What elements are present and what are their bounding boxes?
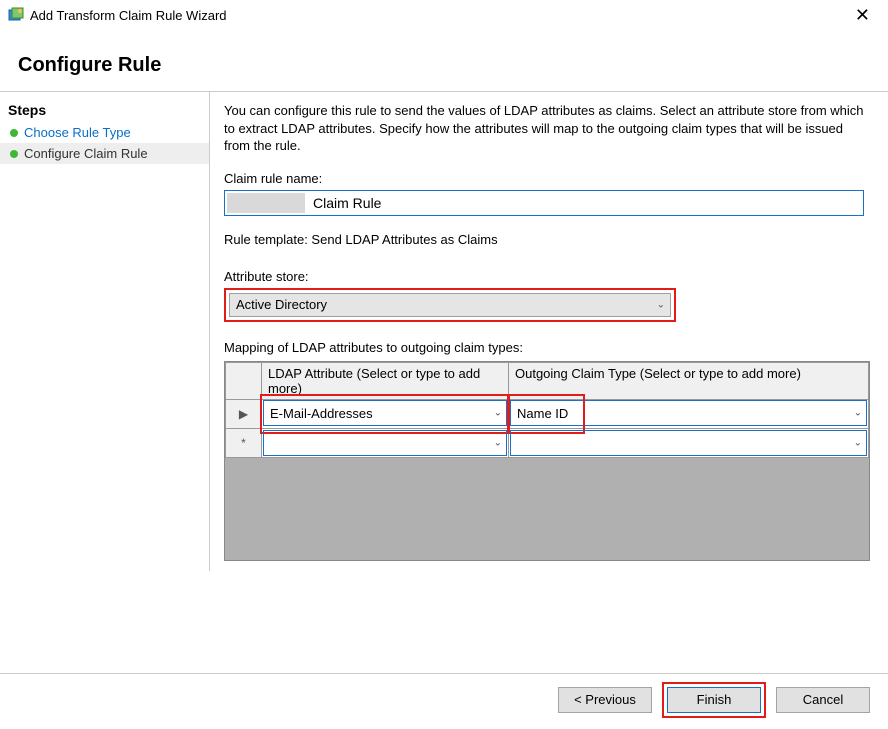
claim-rule-name-label: Claim rule name: <box>224 171 870 186</box>
chevron-down-icon: ⌄ <box>494 437 502 448</box>
claim-rule-name-input[interactable] <box>224 190 864 216</box>
claim-rule-name-input-wrap <box>224 190 864 216</box>
sidebar-item-label: Configure Claim Rule <box>24 146 148 161</box>
ldap-attribute-cell[interactable]: E-Mail-Addresses ⌄ <box>262 399 509 428</box>
chevron-down-icon: ⌄ <box>854 437 862 448</box>
attribute-store-select[interactable]: Active Directory <box>229 293 671 317</box>
mapping-table-wrap: LDAP Attribute (Select or type to add mo… <box>224 361 870 561</box>
chevron-down-icon: ⌄ <box>854 408 862 419</box>
ldap-attribute-cell[interactable]: ⌄ <box>262 428 509 457</box>
close-icon[interactable]: ✕ <box>845 6 880 24</box>
outgoing-claim-cell[interactable]: ⌄ <box>509 428 869 457</box>
page-heading: Configure Rule <box>0 30 888 91</box>
claim-column-header: Outgoing Claim Type (Select or type to a… <box>509 362 869 399</box>
sidebar-item-choose-rule-type[interactable]: Choose Rule Type <box>0 122 209 143</box>
main-panel: You can configure this rule to send the … <box>209 92 888 571</box>
outgoing-claim-cell[interactable]: Name ID ⌄ <box>509 399 869 428</box>
table-row: * ⌄ ⌄ <box>226 428 869 457</box>
footer: < Previous Finish Cancel <box>0 673 888 725</box>
description-text: You can configure this rule to send the … <box>224 102 870 155</box>
sidebar-item-label[interactable]: Choose Rule Type <box>24 125 131 140</box>
row-marker: ▶ <box>226 399 262 428</box>
titlebar: Add Transform Claim Rule Wizard ✕ <box>0 0 888 30</box>
mapping-label: Mapping of LDAP attributes to outgoing c… <box>224 340 870 355</box>
finish-highlight: Finish <box>662 682 766 718</box>
ldap-column-header: LDAP Attribute (Select or type to add mo… <box>262 362 509 399</box>
row-marker: * <box>226 428 262 457</box>
attribute-store-highlight: Active Directory ⌄ <box>224 288 676 322</box>
cancel-button[interactable]: Cancel <box>776 687 870 713</box>
wizard-icon <box>8 7 24 23</box>
attribute-store-label: Attribute store: <box>224 269 870 284</box>
content: Steps Choose Rule Type Configure Claim R… <box>0 91 888 571</box>
ldap-attribute-value: E-Mail-Addresses <box>270 406 373 421</box>
rule-template-label: Rule template: Send LDAP Attributes as C… <box>224 232 870 247</box>
input-redaction <box>227 193 305 213</box>
window-title: Add Transform Claim Rule Wizard <box>30 8 845 23</box>
table-row: ▶ E-Mail-Addresses ⌄ <box>226 399 869 428</box>
mapping-table: LDAP Attribute (Select or type to add mo… <box>225 362 869 458</box>
finish-button[interactable]: Finish <box>667 687 761 713</box>
sidebar-item-configure-claim-rule[interactable]: Configure Claim Rule <box>0 143 209 164</box>
sidebar: Steps Choose Rule Type Configure Claim R… <box>0 92 209 571</box>
outgoing-claim-value: Name ID <box>517 406 568 421</box>
previous-button[interactable]: < Previous <box>558 687 652 713</box>
bullet-icon <box>10 129 18 137</box>
chevron-down-icon: ⌄ <box>494 408 502 419</box>
table-corner <box>226 362 262 399</box>
bullet-icon <box>10 150 18 158</box>
table-header-row: LDAP Attribute (Select or type to add mo… <box>226 362 869 399</box>
sidebar-title: Steps <box>0 98 209 122</box>
